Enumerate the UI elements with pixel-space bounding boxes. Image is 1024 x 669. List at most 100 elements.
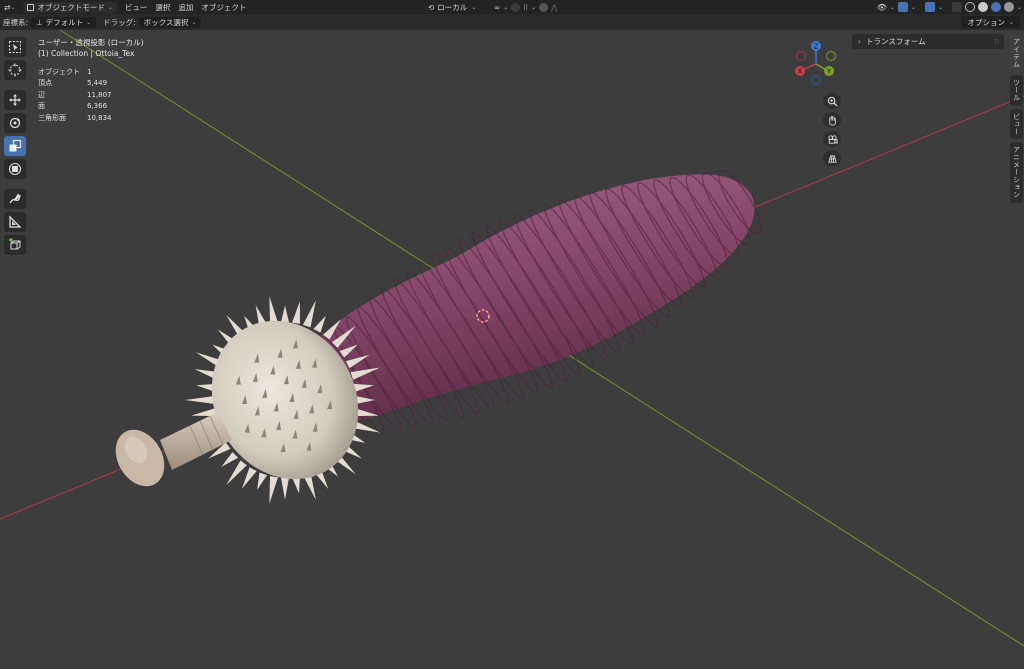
spike [257, 472, 268, 490]
options-button[interactable]: オプション ⌄ [961, 16, 1020, 28]
transform-panel-label: トランスフォーム [866, 37, 926, 46]
stat-key: 三角形面 [38, 113, 66, 122]
tab-animation-label: アニメーション [1012, 146, 1021, 199]
measure-tool[interactable] [4, 212, 26, 232]
spike [269, 476, 278, 504]
menu-select[interactable]: 選択 [151, 0, 174, 14]
move-icon [9, 94, 21, 106]
annotate-icon [9, 193, 21, 204]
stat-row: オブジェクト 1 [38, 66, 112, 78]
falloff-icon[interactable]: ⋀ [551, 3, 557, 12]
tab-view[interactable]: ビュー [1010, 108, 1023, 139]
drag-label: ドラッグ: [103, 17, 136, 27]
xray-icon[interactable] [951, 2, 962, 12]
tab-animation[interactable]: アニメーション [1010, 142, 1023, 203]
stat-key: 面 [38, 102, 45, 111]
zoom-icon[interactable] [823, 93, 841, 109]
chevron-down-icon: ⌄ [10, 3, 16, 11]
orientation-axes-icon: ⊥ [36, 17, 43, 27]
overlay-toggle-icon[interactable] [924, 2, 935, 12]
sidebar-tabs: アイテム ツール ビュー アニメーション [1010, 34, 1023, 203]
add-cube-icon [9, 238, 21, 250]
navigation-gizmo[interactable]: Z Y X [790, 38, 842, 90]
spike [241, 467, 257, 489]
coord-label: 座標系: [3, 17, 29, 27]
select-box-tool[interactable] [4, 37, 26, 57]
transform-all-icon [8, 162, 22, 176]
camera-icon[interactable] [823, 131, 841, 147]
tool-header: 座標系: ⊥ デフォルト ⌄ ドラッグ: ボックス選択 ⌄ オプション ⌄ [0, 14, 1024, 30]
proboscis-stalk[interactable] [106, 412, 232, 495]
viewport-scene [0, 30, 1024, 647]
chevron-right-icon: › [858, 37, 861, 46]
rotate-icon [9, 117, 21, 129]
cursor-tool[interactable] [4, 60, 26, 80]
gizmo-toggle-icon[interactable] [897, 2, 908, 12]
transform-tool[interactable] [4, 159, 26, 179]
stat-key: 頂点 [38, 79, 52, 88]
coord-value: デフォルト [45, 17, 84, 27]
hand-icon[interactable] [823, 112, 841, 128]
chevron-down-icon: ⌄ [937, 3, 943, 11]
worm-body[interactable] [307, 166, 768, 440]
coord-select[interactable]: ⊥ デフォルト ⌄ [31, 16, 97, 28]
mode-select[interactable]: オブジェクトモード ⌄ [19, 0, 121, 14]
neg-z-handle[interactable] [810, 74, 822, 86]
snap-tools[interactable]: ∞ ⌄ ⁝⁝ ⌄ ⋀ [490, 0, 561, 14]
orientation-select[interactable]: ⟲ ローカル ⌄ [424, 0, 480, 14]
stat-value: 1 [87, 67, 92, 76]
visibility-icon[interactable]: 👁 [877, 3, 887, 12]
neg-x-handle[interactable] [795, 50, 807, 62]
tab-tool[interactable]: ツール [1010, 75, 1023, 106]
drag-select[interactable]: ボックス選択 ⌄ [138, 16, 202, 28]
chevron-down-icon: ⌄ [107, 3, 113, 11]
proportional-edit-icon[interactable] [539, 2, 549, 12]
tab-tool-label: ツール [1012, 79, 1021, 102]
stat-value: 11,807 [87, 90, 112, 99]
stat-row: 三角形面 10,834 [38, 112, 112, 124]
drag-handle-icon[interactable]: ⁞⁞ [995, 38, 999, 46]
orientation-label: ローカル [437, 2, 468, 12]
left-toolbar [4, 37, 27, 255]
header-right-tools: 👁 ⌄ ⌄ ⌄ ⌄ [877, 0, 1022, 14]
stat-value: 5,449 [87, 79, 108, 88]
annotate-tool[interactable] [4, 189, 26, 209]
stat-value: 6,366 [87, 102, 108, 111]
neg-y-handle[interactable] [825, 50, 837, 62]
solid-shading-icon[interactable] [977, 2, 988, 12]
rendered-shading-icon[interactable] [1003, 2, 1014, 12]
wireframe-shading-icon[interactable] [964, 2, 975, 12]
editor-type-button[interactable]: ⇄ ⌄ [0, 0, 19, 14]
stat-key: オブジェクト [38, 67, 80, 76]
snap-grid-icon[interactable]: ⁝⁝ [523, 3, 528, 12]
spike [302, 300, 316, 328]
menu-add[interactable]: 追加 [174, 0, 197, 14]
grid-icon[interactable] [823, 150, 841, 166]
material-shading-icon[interactable] [990, 2, 1001, 12]
tab-view-label: ビュー [1012, 112, 1021, 136]
chevron-down-icon: ⌄ [1016, 3, 1022, 11]
chevron-down-icon: ⌄ [86, 18, 92, 26]
menu-object[interactable]: オブジェクト [197, 0, 250, 14]
chevron-down-icon: ⌄ [531, 3, 537, 11]
header-bar: ⇄ ⌄ オブジェクトモード ⌄ ビュー 選択 追加 オブジェクト ⟲ ローカル ⌄… [0, 0, 1024, 14]
3d-viewport[interactable] [0, 30, 1024, 669]
link-icon: ∞ [494, 2, 501, 12]
y-axis-label: Y [826, 68, 832, 76]
measure-icon [9, 215, 22, 228]
scale-tool[interactable] [4, 136, 26, 156]
orientation-icon: ⟲ [428, 2, 435, 12]
snap-icon[interactable] [511, 2, 521, 12]
menu-view[interactable]: ビュー [121, 0, 152, 14]
add-cube-tool[interactable] [4, 235, 26, 255]
tab-item[interactable]: アイテム [1010, 34, 1023, 72]
spike [221, 452, 239, 467]
spike [226, 460, 247, 485]
stat-key: 辺 [38, 90, 45, 99]
move-tool[interactable] [4, 90, 26, 110]
tab-item-label: アイテム [1012, 38, 1021, 68]
chevron-down-icon: ⌄ [503, 3, 509, 11]
stat-row: 辺 11,807 [38, 89, 112, 101]
rotate-tool[interactable] [4, 113, 26, 133]
transform-panel-header[interactable]: › トランスフォーム ⁞⁞ [852, 34, 1004, 49]
